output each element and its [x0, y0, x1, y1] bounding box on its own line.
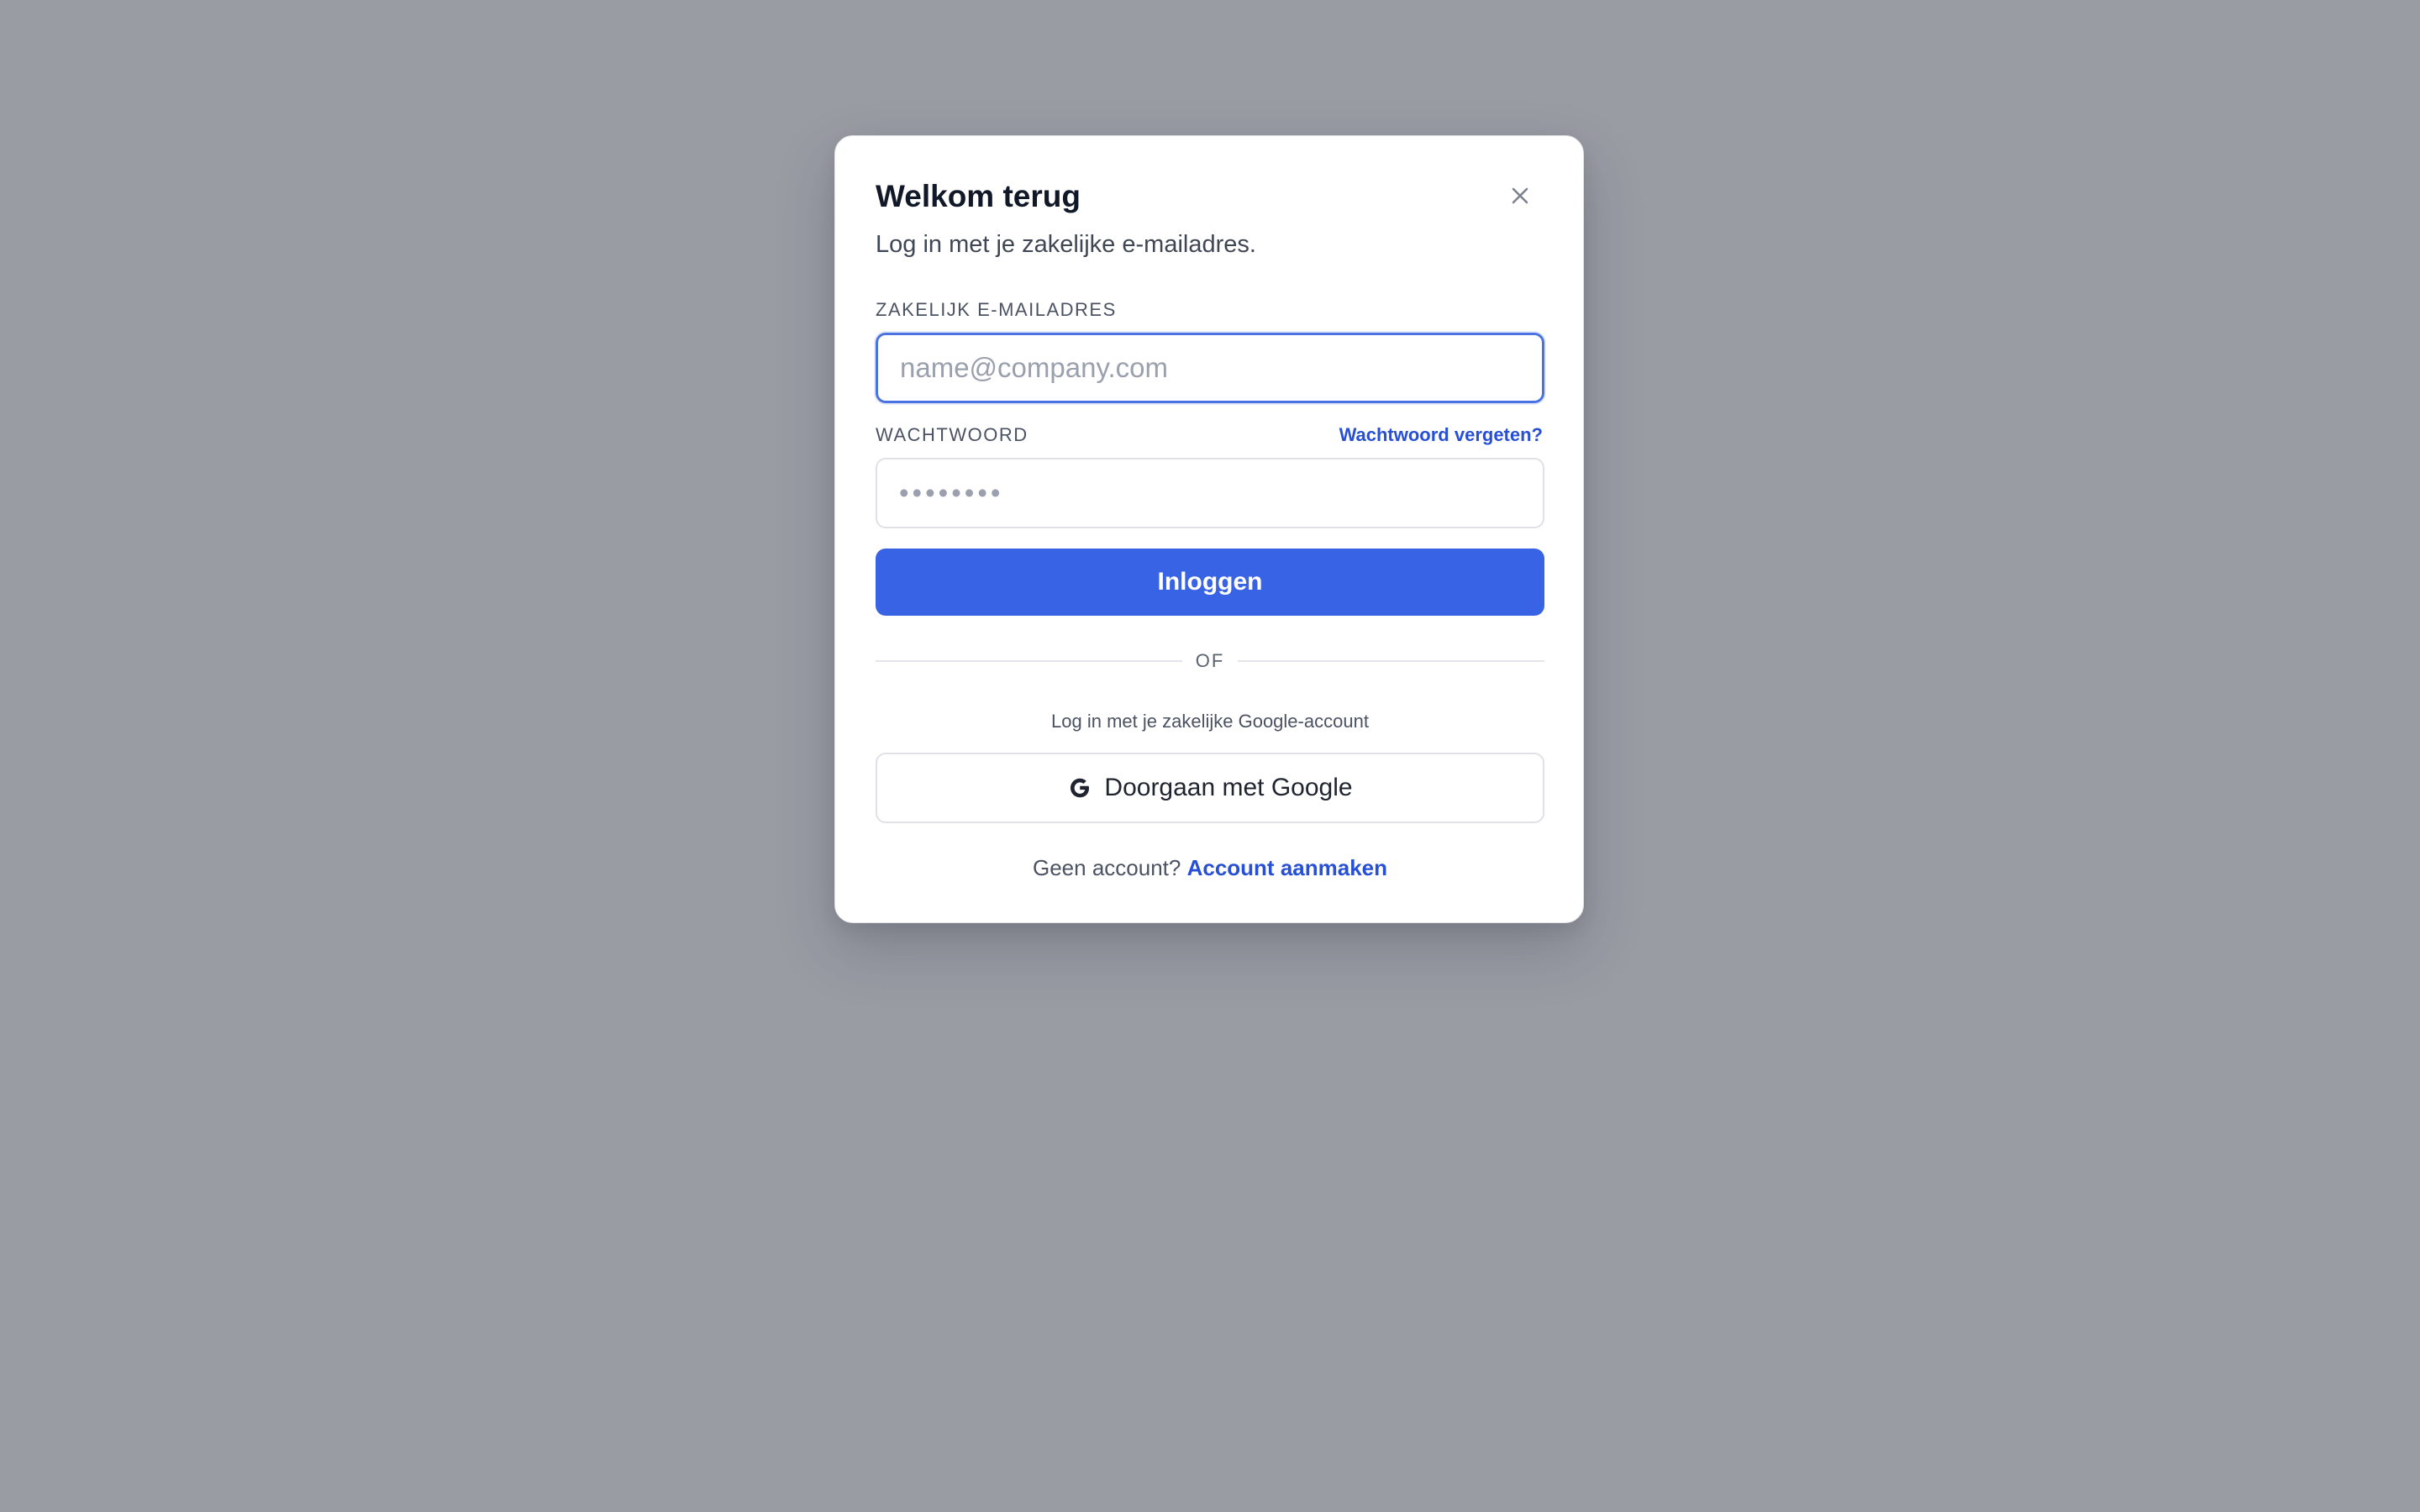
google-hint: Log in met je zakelijke Google-account [1051, 711, 1369, 732]
signup-footer: Geen account? Account aanmaken [876, 857, 1544, 879]
modal-subtitle: Log in met je zakelijke e-mailadres. [876, 231, 1256, 258]
divider-line-right [1238, 660, 1544, 662]
google-icon [1067, 775, 1092, 801]
email-label: ZAKELIJK E-MAILADRES [876, 299, 1117, 320]
google-button-label: Doorgaan met Google [1104, 774, 1353, 801]
create-account-link[interactable]: Account aanmaken [1187, 855, 1387, 880]
close-button[interactable] [1502, 178, 1538, 213]
email-input[interactable] [876, 333, 1544, 403]
login-modal: Welkom terug Log in met je zakelijke e-m… [834, 135, 1584, 923]
divider-line-left [876, 660, 1182, 662]
login-button[interactable]: Inloggen [876, 549, 1544, 616]
password-label: WACHTWOORD [876, 424, 1028, 445]
divider-text: OF [1195, 650, 1225, 671]
google-signin-button[interactable]: Doorgaan met Google [876, 753, 1544, 823]
password-input[interactable] [876, 458, 1544, 528]
modal-title: Welkom terug [876, 179, 1081, 213]
forgot-password-link[interactable]: Wachtwoord vergeten? [1339, 426, 1543, 444]
footer-text: Geen account? [1033, 855, 1181, 880]
or-divider: OF [876, 648, 1544, 674]
close-icon [1512, 187, 1528, 204]
